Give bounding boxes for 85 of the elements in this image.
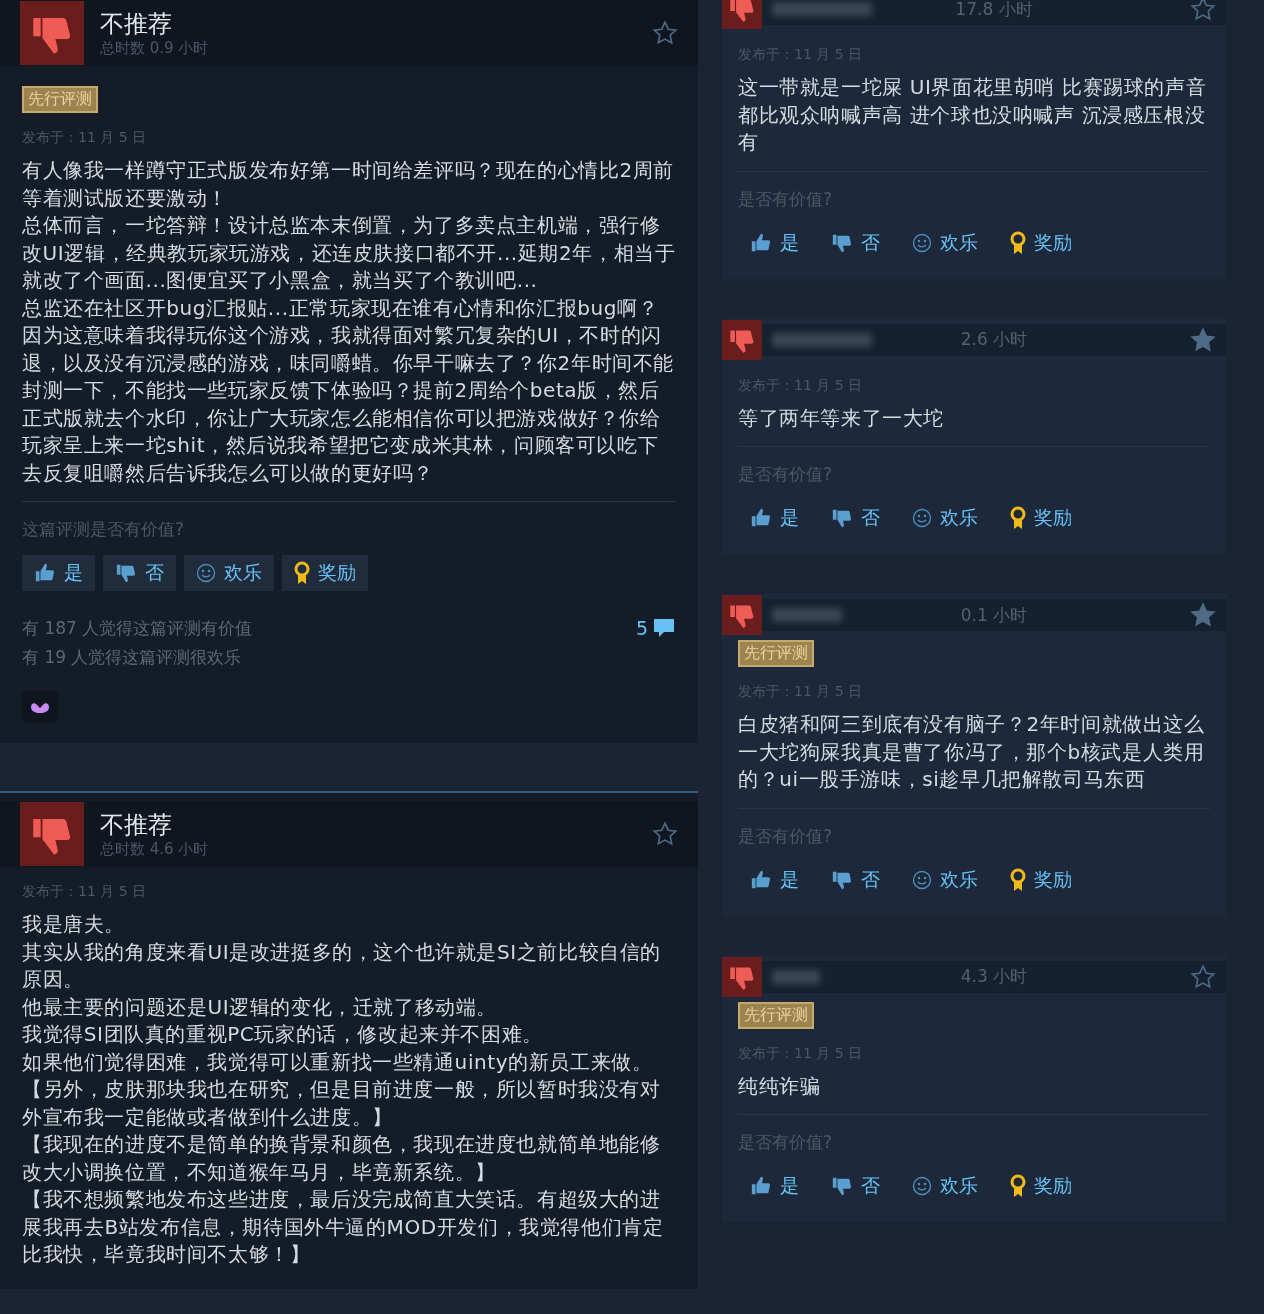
award-vote-button[interactable]: 奖励 [282, 555, 368, 591]
thumbs-down-icon [115, 562, 137, 584]
review-text: 等了两年等来了一大坨 [738, 404, 945, 432]
thumbs-down-icon [20, 1, 84, 65]
review-paragraph: 【我现在的进度不是简单的换背景和颜色，我现在进度也就简单地能修改大小调换位置，不知道猴年马月，毕竟新系统。】 [22, 1131, 662, 1186]
review-paragraph: 总监还在社区开bug汇报贴...正常玩家现在谁有心情和你汇报bug啊？因为这意味着我得玩你这个游戏，我就得面对繁冗复杂的UI，不时的闪退，以及没有沉浸感的游戏，味同嚼蜡。你早干嘛去了？你2年时间不能封测一下，不能找一些玩家反馈下体验吗？提前2周给个beta版，然后正式版就去个水印，你让广大玩家怎么能相信你可以把游戏做好？你给玩家呈上来一坨shit，然后说我希望把它变成米其林，问顾客可以吃下去反复咀嚼然后告诉我怎么可以做的更好吗？ [22, 294, 675, 487]
review-text: 这一带就是一坨屎 UI界面花里胡哨 比赛踢球的声音都比观众呐喊声高 进个球也没呐喊声 沉浸感压根没有 [738, 74, 1208, 156]
blurred-name [772, 969, 820, 984]
playtime-text: 17.8 小时 [955, 0, 1033, 21]
yes-vote-button[interactable]: 是 [738, 500, 811, 536]
award-vote-button[interactable]: 奖励 [998, 500, 1084, 536]
funny-vote-button[interactable]: 欢乐 [900, 1168, 990, 1204]
blurred-name [772, 608, 842, 622]
no-vote-button[interactable]: 否 [819, 500, 892, 536]
award-icon [1010, 230, 1026, 255]
review-paragraph: 【我不想频繁地发布这些进度，最后没完成简直大笑话。有超级大的进展我再去B站发布信息，期待国外牛逼的MOD开发们，我觉得他们肯定比我快，毕竟我时间不太够！】 [22, 1186, 665, 1268]
star-icon[interactable] [1190, 602, 1216, 628]
award-vote-button[interactable]: 奖励 [998, 1168, 1084, 1204]
review-paragraph: 我是唐夫。 [22, 911, 126, 938]
review-paragraph: 总体而言，一坨答辩！设计总监本末倒置，为了多卖点主机端，强行修改UI逻辑，经典教玩家玩游戏，还连皮肤接口都不开...延期2年，相当于就改了个画面...图便宜买了小黑盒，就当买了个教训吧... [22, 212, 676, 294]
hands-icon [30, 701, 50, 713]
early-access-badge: 先行评测 [22, 86, 98, 113]
award-vote-button[interactable]: 奖励 [998, 224, 1084, 261]
thumbs-up-icon [750, 507, 772, 529]
thumbs-down-icon [831, 1175, 853, 1197]
award-icon [294, 561, 310, 585]
review-text: 白皮猪和阿三到底有没有脑子？2年时间就做出这么一大坨狗屎我真是曹了你冯了，那个b核武是人类用的？ui一股手游味，si趁早几把解散司马东西 [738, 711, 1206, 793]
thumbs-down-icon [722, 319, 762, 360]
smiley-icon [912, 232, 932, 253]
thumbs-down-icon [722, 595, 762, 635]
no-vote-button[interactable]: 否 [819, 1168, 892, 1204]
award-icon [1010, 506, 1026, 530]
playtime-text: 2.6 小时 [960, 328, 1028, 351]
helpful-count: 有 187 人觉得这篇评测有价值 [22, 617, 253, 640]
thumbs-up-icon [750, 231, 772, 254]
review-paragraph: 如果他们觉得困难，我觉得可以重新找一些精通uinty的新员工来做。 [22, 1048, 654, 1076]
verdict-title: 不推荐 [100, 809, 173, 840]
playtime-text: 0.1 小时 [960, 603, 1028, 627]
star-icon[interactable] [652, 20, 678, 46]
star-icon[interactable] [652, 821, 678, 847]
star-icon[interactable] [1190, 326, 1216, 353]
review-paragraph: 我觉得SI团队真的重视PC玩家的话，修改起来并不困难。 [22, 1021, 544, 1048]
thumbs-down-icon [722, 0, 762, 29]
review-paragraph: 有人像我一样蹲守正式版发布好第一时间给差评吗？现在的心情比2周前等着测试版还要激动！ [22, 157, 675, 212]
smiley-icon [912, 869, 932, 890]
funny-vote-button[interactable]: 欢乐 [184, 555, 274, 591]
star-icon[interactable] [1190, 0, 1216, 22]
early-access-badge: 先行评测 [738, 1001, 814, 1029]
review-paragraph: 其实从我的角度来看UI是改进挺多的，这个也许就是SI之前比较自信的原因。 [22, 938, 662, 993]
yes-vote-button[interactable]: 是 [22, 555, 95, 591]
thumbs-up-icon [750, 868, 772, 891]
reaction-award[interactable] [22, 691, 58, 723]
thumbs-up-icon [34, 562, 56, 584]
helpful-count: 有 19 人觉得这篇评测很欢乐 [22, 646, 243, 669]
comment-icon[interactable] [652, 617, 676, 639]
no-vote-button[interactable]: 否 [819, 861, 892, 898]
playtime-text: 4.3 小时 [960, 965, 1028, 988]
review-paragraph: 【另外，皮肤那块我也在研究，但是目前进度一般，所以暂时我没有对外宣布我一定能做或者做到什么进度。】 [22, 1076, 662, 1131]
early-access-badge: 先行评测 [738, 640, 814, 667]
funny-vote-button[interactable]: 欢乐 [900, 861, 990, 898]
award-icon [1010, 867, 1026, 892]
award-icon [1010, 1174, 1026, 1198]
playtime-text: 总时数 4.6 小时 [100, 839, 210, 859]
verdict-title: 不推荐 [100, 8, 173, 39]
funny-vote-button[interactable]: 欢乐 [900, 224, 990, 261]
no-vote-button[interactable]: 否 [103, 555, 176, 591]
award-vote-button[interactable]: 奖励 [998, 861, 1084, 898]
thumbs-down-icon [831, 507, 853, 529]
helpful-prompt: 这篇评测是否有价值? [22, 518, 186, 541]
no-vote-button[interactable]: 否 [819, 224, 892, 261]
thumbs-down-icon [20, 802, 84, 866]
thumbs-up-icon [750, 1175, 772, 1197]
star-icon[interactable] [1190, 963, 1216, 990]
thumbs-down-icon [722, 956, 762, 997]
smiley-icon [912, 1176, 932, 1196]
smiley-icon [912, 508, 932, 528]
yes-vote-button[interactable]: 是 [738, 861, 811, 898]
review-text: 纯纯诈骗 [738, 1072, 822, 1100]
yes-vote-button[interactable]: 是 [738, 224, 811, 261]
yes-vote-button[interactable]: 是 [738, 1168, 811, 1204]
comment-count: 5 [635, 617, 648, 639]
funny-vote-button[interactable]: 欢乐 [900, 500, 990, 536]
review-paragraph: 他最主要的问题还是UI逻辑的变化，迁就了移动端。 [22, 993, 498, 1021]
smiley-icon [196, 563, 216, 583]
playtime-text: 总时数 0.9 小时 [100, 38, 210, 58]
